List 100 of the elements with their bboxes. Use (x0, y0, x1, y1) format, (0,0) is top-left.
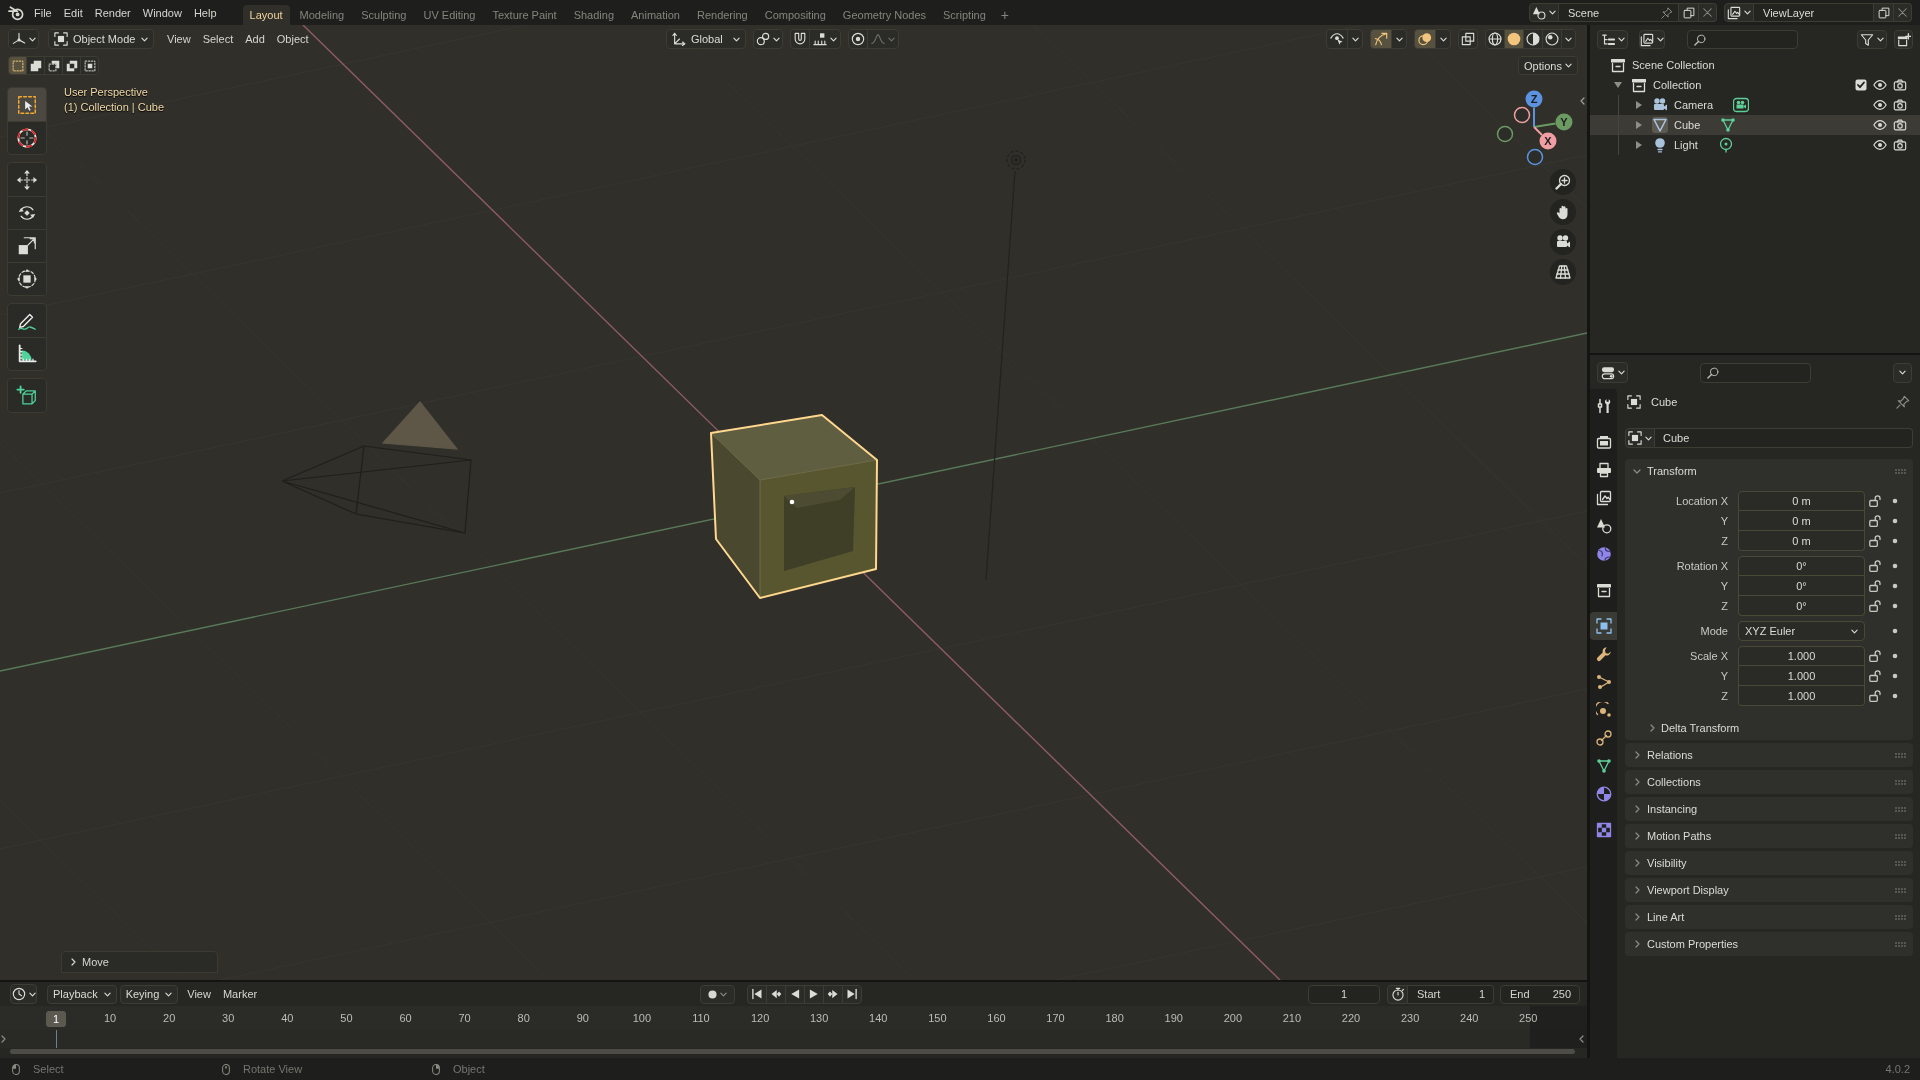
object-name-field[interactable]: Cube (1655, 428, 1913, 448)
menu-item[interactable]: View (181, 985, 217, 1003)
outliner-row[interactable]: Cube (1590, 115, 1920, 135)
menu-item[interactable]: View (161, 30, 197, 48)
search-field[interactable] (1687, 30, 1798, 49)
duplicate-button[interactable] (1679, 3, 1699, 22)
play-reverse-button[interactable] (785, 984, 805, 1004)
keyframe-dot-icon[interactable] (1892, 538, 1898, 544)
end-frame-field[interactable]: End 250 (1500, 984, 1580, 1004)
jump-to-start-button[interactable] (747, 984, 767, 1004)
disclosure-triangle-icon[interactable] (1636, 101, 1642, 109)
menu-item[interactable]: Object (270, 30, 315, 48)
camera-icon[interactable] (1893, 98, 1907, 112)
pivot-point-dropdown[interactable] (753, 29, 783, 49)
material-shading-button[interactable] (1523, 29, 1543, 49)
drag-handle-icon[interactable] (1895, 860, 1906, 866)
display-mode-dropdown[interactable] (1597, 30, 1628, 49)
play-button[interactable] (804, 984, 824, 1004)
menu-dropdown[interactable]: Keying (119, 984, 179, 1004)
keyframe-dot-icon[interactable] (1892, 693, 1898, 699)
unlink-button[interactable] (1894, 3, 1912, 22)
snap-target-dropdown[interactable] (809, 29, 841, 49)
padlock-icon[interactable] (1869, 600, 1881, 612)
eye-icon[interactable] (1873, 138, 1887, 152)
zoom-button[interactable] (1550, 169, 1576, 195)
drag-handle-icon[interactable] (1895, 833, 1906, 839)
drag-handle-icon[interactable] (1895, 779, 1906, 785)
drag-handle-icon[interactable] (1895, 887, 1906, 893)
disclosure-triangle-icon[interactable] (1636, 121, 1642, 129)
eye-icon[interactable] (1873, 118, 1887, 132)
start-frame-field[interactable]: Start 1 (1408, 984, 1494, 1004)
keyframe-dot-icon[interactable] (1892, 563, 1898, 569)
jump-to-end-button[interactable] (842, 984, 862, 1004)
drag-handle-icon[interactable] (1895, 806, 1906, 812)
next-keyframe-button[interactable] (823, 984, 843, 1004)
camera-view-button[interactable] (1550, 229, 1576, 255)
padlock-icon[interactable] (1869, 690, 1881, 702)
orientation-dropdown[interactable]: Global (666, 29, 746, 49)
workspace-tab[interactable]: Compositing (757, 5, 833, 25)
keyframe-dot-icon[interactable] (1892, 653, 1898, 659)
number-field[interactable]: 0° (1738, 576, 1865, 596)
workspace-tab[interactable]: Shading (566, 5, 622, 25)
workspace-tab[interactable]: Rendering (689, 5, 755, 25)
padlock-icon[interactable] (1869, 560, 1881, 572)
workspace-tab[interactable]: UV Editing (416, 5, 483, 25)
workspace-tab[interactable]: Scripting (936, 5, 993, 25)
snap-toggle[interactable] (790, 29, 810, 49)
pin-icon[interactable] (1896, 395, 1910, 409)
number-field[interactable]: 1.000 (1738, 646, 1865, 666)
disclosure-triangle-icon[interactable] (1636, 141, 1642, 149)
negative-axis-handle[interactable] (1496, 125, 1514, 143)
solid-shading-button[interactable] (1504, 29, 1524, 49)
keyframe-dot-icon[interactable] (1892, 673, 1898, 679)
number-field[interactable]: 0 m (1738, 511, 1865, 531)
editor-type-button[interactable] (1597, 362, 1628, 383)
auto-keying-toggle[interactable] (700, 984, 735, 1004)
outliner-row[interactable]: Collection (1590, 75, 1920, 95)
dropdown-button[interactable] (1391, 29, 1407, 49)
padlock-icon[interactable] (1869, 515, 1881, 527)
camera-icon[interactable] (1893, 138, 1907, 152)
number-field[interactable]: 0 m (1738, 491, 1865, 511)
dropdown-field[interactable]: XYZ Euler (1738, 621, 1865, 641)
options-dropdown[interactable] (1893, 362, 1912, 383)
current-frame-indicator[interactable]: 1 (46, 1011, 66, 1027)
padlock-icon[interactable] (1869, 650, 1881, 662)
padlock-icon[interactable] (1869, 580, 1881, 592)
menu-item[interactable]: Window (136, 3, 188, 22)
disclosure-triangle-icon[interactable] (1614, 82, 1622, 88)
eye-icon[interactable] (1873, 98, 1887, 112)
menu-item[interactable]: Add (239, 30, 271, 48)
menu-item[interactable]: Edit (57, 3, 89, 22)
editor-type-button[interactable] (10, 984, 37, 1004)
new-collection-button[interactable] (1894, 30, 1913, 49)
keyframe-dot-icon[interactable] (1892, 628, 1898, 634)
panel-header[interactable]: Motion Paths (1625, 824, 1913, 848)
operator-panel-header[interactable]: Move (61, 951, 218, 973)
previous-keyframe-button[interactable] (766, 984, 786, 1004)
rendered-shading-button[interactable] (1542, 29, 1562, 49)
pin-icon[interactable] (1661, 6, 1673, 19)
menu-item[interactable]: Help (187, 3, 223, 22)
overlay-toggle[interactable] (1414, 29, 1436, 49)
view-layer-filter-dropdown[interactable] (1639, 30, 1665, 49)
outliner-row[interactable]: Scene Collection (1590, 55, 1920, 75)
panel-header[interactable]: Relations (1625, 743, 1913, 767)
unlink-button[interactable] (1699, 3, 1717, 22)
camera-icon[interactable] (1893, 118, 1907, 132)
app-logo-icon[interactable] (8, 4, 24, 21)
number-field[interactable]: 0 m (1738, 531, 1865, 551)
keyframe-dot-icon[interactable] (1892, 498, 1898, 504)
xray-toggle[interactable] (1458, 29, 1478, 49)
horizontal-scrollbar[interactable] (10, 1049, 1575, 1054)
mode-dropdown[interactable]: Object Mode (48, 29, 154, 49)
negative-axis-handle[interactable] (1513, 106, 1531, 124)
panel-header[interactable]: Collections (1625, 770, 1913, 794)
triangle-vertices-icon[interactable] (1720, 117, 1737, 133)
menu-item[interactable]: Render (88, 3, 137, 22)
drag-handle-icon[interactable] (1895, 941, 1906, 947)
workspace-tab[interactable]: Modeling (292, 5, 352, 25)
menu-dropdown[interactable]: Playback (47, 984, 117, 1004)
keyframe-dot-icon[interactable] (1892, 518, 1898, 524)
